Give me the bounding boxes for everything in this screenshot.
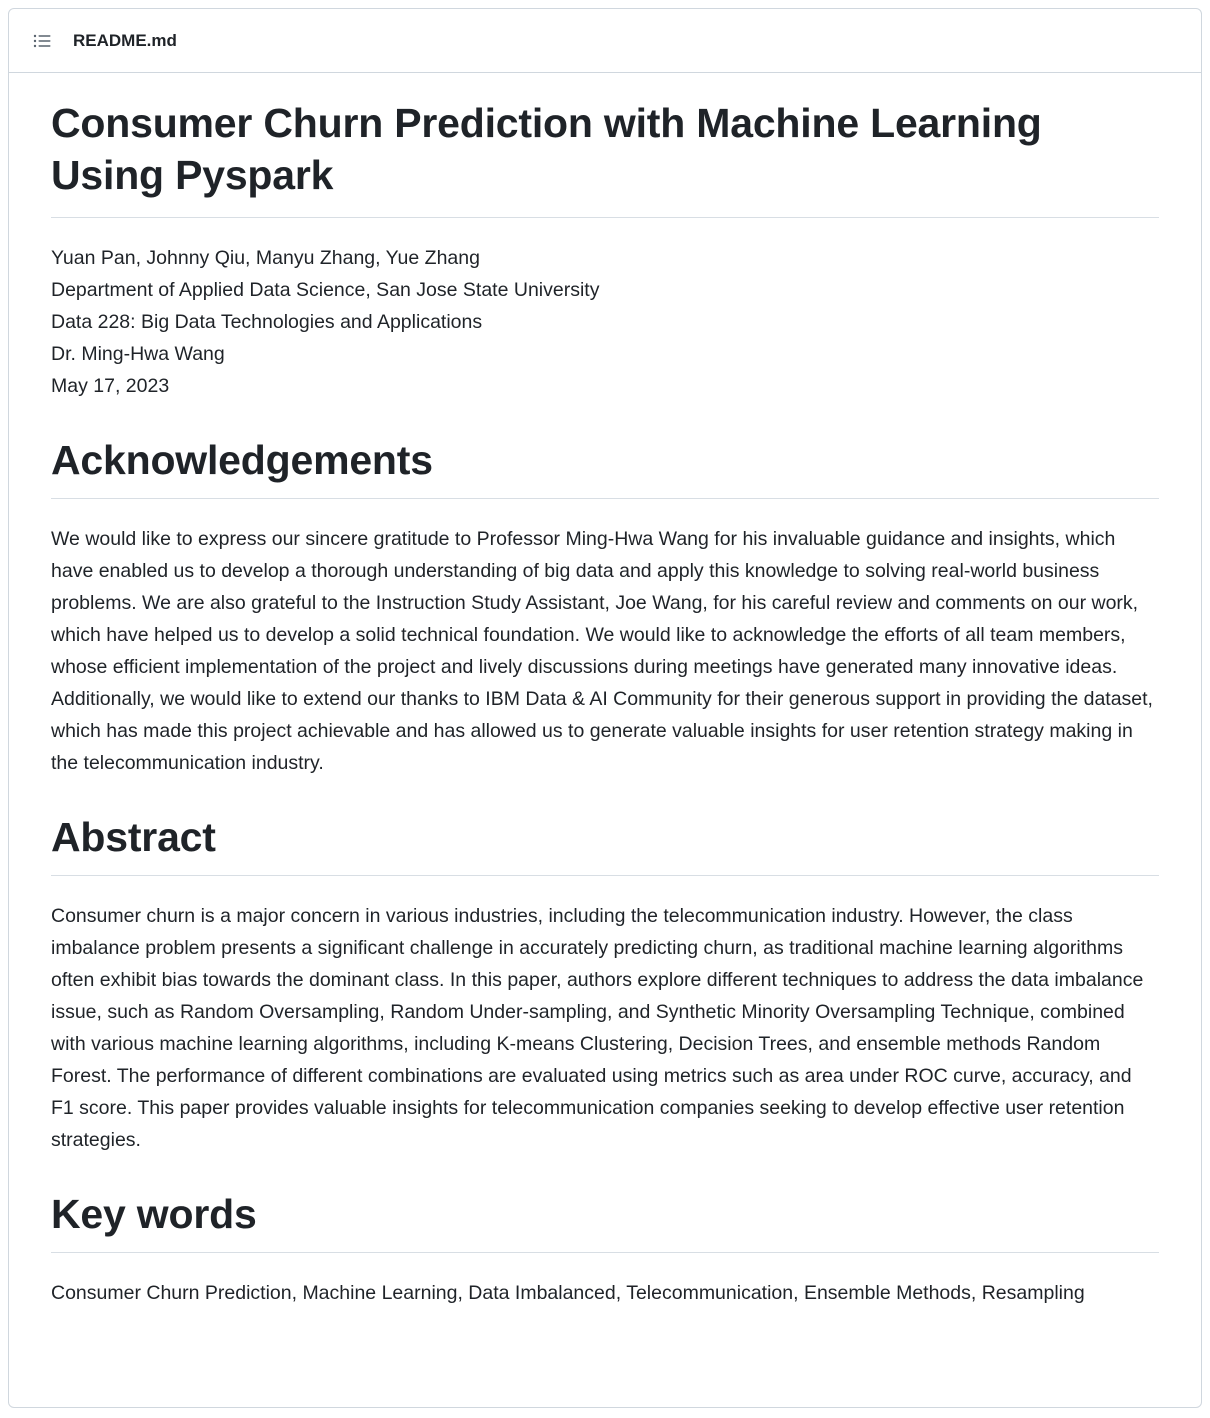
authors-line: Yuan Pan, Johnny Qiu, Manyu Zhang, Yue Z…	[51, 247, 480, 269]
abstract-text: Consumer churn is a major concern in var…	[51, 905, 1144, 1151]
keywords-heading: Key words	[51, 1188, 1159, 1253]
acknowledgements-text: We would like to express our sincere gra…	[51, 528, 1153, 774]
date-line: May 17, 2023	[51, 375, 170, 397]
list-unordered-icon	[33, 33, 51, 49]
department-line: Department of Applied Data Science, San …	[51, 279, 600, 301]
readme-filename: README.md	[73, 30, 177, 50]
course-line: Data 228: Big Data Technologies and Appl…	[51, 311, 483, 333]
readme-container: README.md Consumer Churn Prediction with…	[8, 8, 1202, 1408]
bottom-spacer	[51, 1309, 1159, 1333]
acknowledgements-heading: Acknowledgements	[51, 434, 1159, 499]
instructor-line: Dr. Ming-Hwa Wang	[51, 343, 225, 365]
readme-header: README.md	[9, 9, 1201, 73]
page-title: Consumer Churn Prediction with Machine L…	[51, 97, 1159, 218]
author-info: Yuan Pan, Johnny Qiu, Manyu Zhang, Yue Z…	[51, 242, 1159, 402]
outline-toggle-button[interactable]	[31, 30, 53, 52]
markdown-body: Consumer Churn Prediction with Machine L…	[9, 73, 1201, 1333]
keywords-text: Consumer Churn Prediction, Machine Learn…	[51, 1282, 1085, 1304]
abstract-heading: Abstract	[51, 811, 1159, 876]
